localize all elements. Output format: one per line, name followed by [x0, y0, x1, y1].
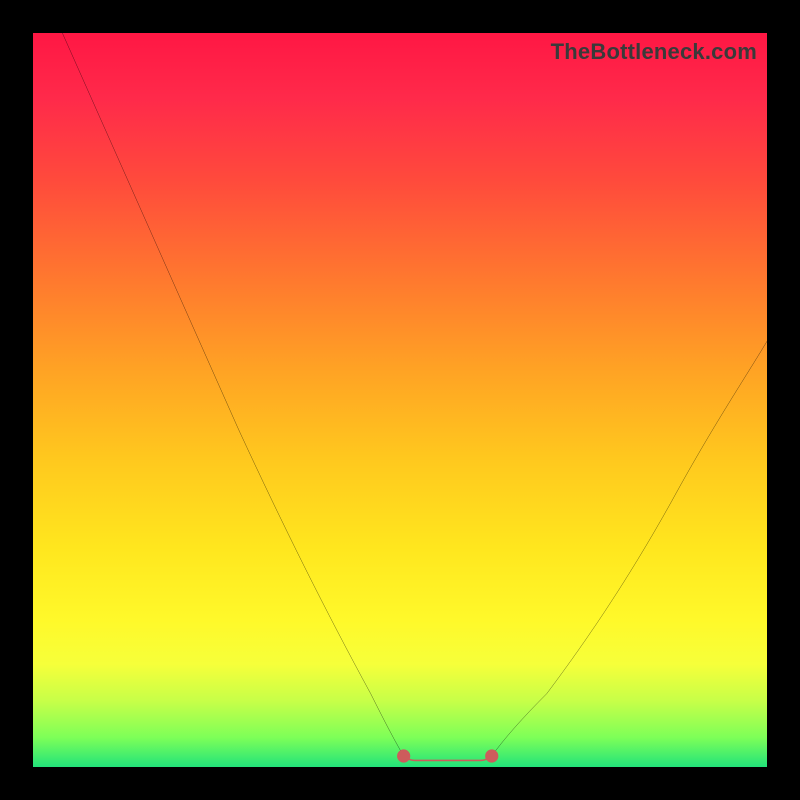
- curve-layer: [33, 33, 767, 767]
- plot-area: TheBottleneck.com: [33, 33, 767, 767]
- highlight-dot-left: [397, 749, 410, 762]
- chart-frame: TheBottleneck.com: [0, 0, 800, 800]
- curve-left: [62, 33, 403, 756]
- curve-right: [492, 341, 767, 756]
- highlight-dot-right: [485, 749, 498, 762]
- flat-bottom-highlight: [404, 756, 492, 760]
